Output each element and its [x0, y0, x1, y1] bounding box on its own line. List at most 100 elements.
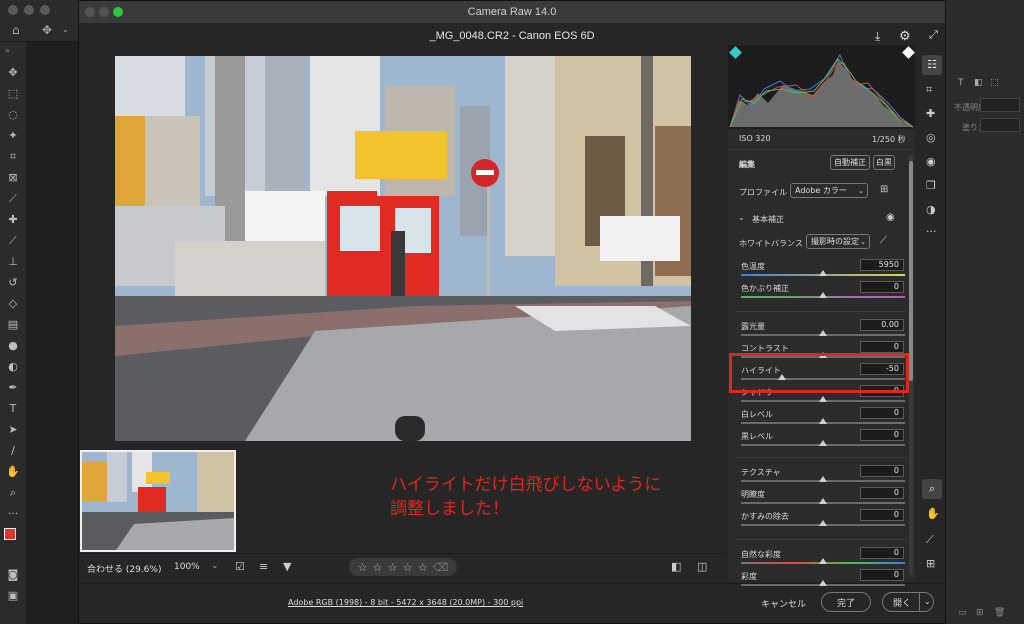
auto-button[interactable]: 自動補正 — [830, 155, 870, 170]
shape-layer-icon[interactable]: ◧ — [974, 78, 983, 88]
hand-icon[interactable]: ✋ — [926, 507, 940, 520]
color-sampler-icon[interactable]: ⟋ — [926, 533, 934, 547]
chevron-down-icon[interactable]: ⌄ — [211, 561, 219, 571]
mask-icon[interactable]: ◎ — [926, 131, 936, 144]
redeye-icon[interactable]: ◉ — [926, 155, 936, 168]
smart-object-icon[interactable]: ⬚ — [990, 78, 999, 88]
open-button[interactable]: 開く ⌄ — [882, 592, 934, 612]
slider-knob[interactable] — [819, 558, 827, 564]
path-select-icon[interactable]: ➤ — [0, 419, 26, 440]
filmstrip-options-icon[interactable]: ☑ — [235, 560, 245, 573]
grid-icon[interactable]: ⊞ — [926, 557, 935, 570]
workflow-options-link[interactable]: Adobe RGB (1998) - 8 bit - 5472 x 3648 (… — [288, 598, 523, 607]
slider-value-field[interactable]: 0 — [860, 487, 904, 499]
star-icon[interactable]: ☆ — [358, 561, 368, 574]
move-tool-icon[interactable]: ✥ — [42, 23, 52, 37]
zoom-fit-select[interactable]: 合わせる (29.6%) — [87, 562, 161, 575]
pen-tool-icon[interactable]: ✒ — [0, 377, 26, 398]
trash-icon[interactable]: ⌫ — [433, 561, 449, 574]
hand-tool-icon[interactable]: ✋ — [0, 461, 26, 482]
blur-tool-icon[interactable]: ● — [0, 335, 26, 356]
profile-select[interactable]: Adobe カラー ⌄ — [790, 183, 868, 198]
slider-knob[interactable] — [819, 270, 827, 276]
toolbar-collapse-icon[interactable]: » — [0, 42, 26, 62]
basic-section-title[interactable]: 基本補正 — [752, 214, 784, 225]
chevron-down-icon[interactable]: ⌄ — [738, 213, 745, 222]
zoom-tool-icon[interactable]: ⌕ — [0, 482, 26, 503]
foreground-color[interactable] — [4, 528, 16, 540]
slider-value-field[interactable]: 5950 — [860, 259, 904, 271]
frame-tool-icon[interactable]: ⊠ — [0, 167, 26, 188]
cancel-button[interactable]: キャンセル — [761, 597, 806, 610]
lasso-tool-icon[interactable]: ◌ — [0, 104, 26, 125]
slider-value-field[interactable]: 0 — [860, 569, 904, 581]
brush-tool-icon[interactable]: ⟋ — [0, 230, 26, 251]
slider-knob[interactable] — [819, 330, 827, 336]
presets-icon[interactable]: ◑ — [926, 203, 936, 216]
slider-value-field[interactable]: 0 — [860, 407, 904, 419]
trash-icon[interactable]: 🗑 — [994, 608, 1005, 618]
slider-value-field[interactable]: 0 — [860, 341, 904, 353]
minimize-dot[interactable] — [24, 5, 34, 15]
bw-button[interactable]: 白黒 — [873, 155, 895, 170]
screen-mode-icon[interactable]: ▣ — [0, 585, 26, 606]
star-icon[interactable]: ☆ — [388, 561, 398, 574]
zoom-icon[interactable]: ⌕ — [922, 479, 942, 499]
fullscreen-icon[interactable]: ⤢ — [929, 29, 938, 42]
eye-icon[interactable]: ◉ — [886, 212, 895, 223]
history-brush-icon[interactable]: ↺ — [0, 272, 26, 293]
slider-value-field[interactable]: 0 — [860, 429, 904, 441]
eraser-icon[interactable]: ◇ — [0, 293, 26, 314]
slider-value-field[interactable]: 0 — [860, 465, 904, 477]
stamp-tool-icon[interactable]: ⊥ — [0, 251, 26, 272]
slider-knob[interactable] — [819, 498, 827, 504]
scrollbar-thumb[interactable] — [909, 161, 913, 381]
before-after-icon[interactable]: ◫ — [697, 560, 707, 573]
done-button[interactable]: 完了 — [821, 592, 871, 612]
quick-mask-icon[interactable]: ◙ — [0, 564, 26, 585]
dodge-tool-icon[interactable]: ◐ — [0, 356, 26, 377]
zoom-100-select[interactable]: 100% — [174, 562, 200, 572]
slider-value-field[interactable]: 0 — [860, 281, 904, 293]
view-single-icon[interactable]: ◧ — [671, 560, 681, 573]
opacity-field[interactable] — [980, 98, 1020, 112]
minimize-dot[interactable] — [99, 7, 109, 17]
gradient-icon[interactable]: ▤ — [0, 314, 26, 335]
slider-value-field[interactable]: 0.00 — [860, 319, 904, 331]
slider-knob[interactable] — [819, 292, 827, 298]
slider-knob[interactable] — [819, 440, 827, 446]
slider-knob[interactable] — [819, 476, 827, 482]
fill-field[interactable] — [980, 118, 1020, 132]
magic-wand-icon[interactable]: ✦ — [0, 125, 26, 146]
filter-icon[interactable]: ▼ — [283, 560, 291, 573]
move-tool-icon[interactable]: ✥ — [0, 62, 26, 83]
chevron-down-icon[interactable]: ⌄ — [919, 593, 931, 611]
wb-select[interactable]: 撮影時の設定 ⌄ — [806, 234, 870, 249]
chevron-down-icon[interactable]: ⌄ — [62, 25, 69, 34]
photo-preview[interactable] — [115, 56, 691, 441]
crop-tool-icon[interactable]: ⌗ — [0, 146, 26, 167]
zoom-dot[interactable] — [113, 7, 123, 17]
panel-scrollbar[interactable] — [909, 155, 913, 575]
home-icon[interactable]: ⌂ — [12, 23, 20, 37]
star-icon[interactable]: ☆ — [418, 561, 428, 574]
profile-browser-icon[interactable]: ⊞ — [880, 184, 888, 195]
healing-brush-icon[interactable]: ✚ — [0, 209, 26, 230]
zoom-dot[interactable] — [40, 5, 50, 15]
folder-icon[interactable]: ▭ — [958, 608, 967, 618]
sort-icon[interactable]: ≡ — [259, 560, 268, 573]
star-icon[interactable]: ☆ — [373, 561, 383, 574]
new-layer-icon[interactable]: ⊞ — [976, 608, 984, 618]
snapshots-icon[interactable]: ❐ — [926, 179, 936, 192]
type-layer-icon[interactable]: T — [958, 78, 964, 88]
crop-icon[interactable]: ⌗ — [926, 83, 932, 97]
edit-sliders-icon[interactable]: ☷ — [922, 55, 942, 75]
star-icon[interactable]: ☆ — [403, 561, 413, 574]
eyedropper-icon[interactable]: ⟋ — [0, 188, 26, 209]
close-dot[interactable] — [85, 7, 95, 17]
more-icon[interactable]: ··· — [926, 225, 937, 238]
slider-knob[interactable] — [819, 396, 827, 402]
healing-icon[interactable]: ✚ — [926, 107, 935, 120]
eyedropper-icon[interactable]: ⟋ — [880, 235, 887, 246]
slider-knob[interactable] — [819, 580, 827, 586]
